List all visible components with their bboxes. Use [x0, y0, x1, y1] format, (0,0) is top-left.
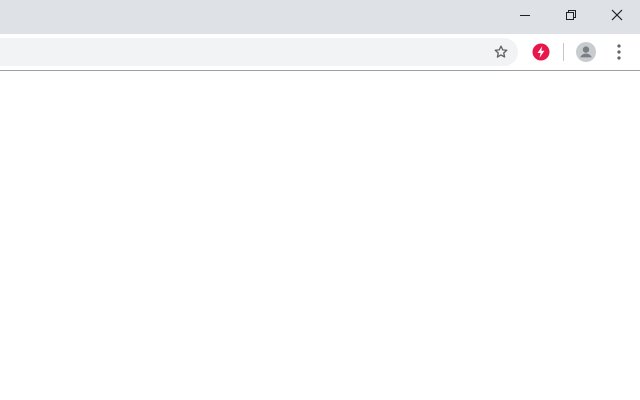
- toolbar-divider: [563, 43, 564, 61]
- browser-toolbar: [0, 34, 640, 71]
- page-content: [0, 71, 640, 400]
- bookmark-star-button[interactable]: [488, 42, 514, 62]
- minimize-icon: [520, 15, 530, 16]
- close-icon: [611, 9, 623, 21]
- lightning-bolt-icon: [532, 43, 550, 61]
- omnibox[interactable]: [0, 38, 518, 66]
- close-button[interactable]: [594, 0, 640, 30]
- title-bar: [0, 0, 640, 34]
- main-menu-button[interactable]: [608, 39, 630, 65]
- extension-button[interactable]: [528, 40, 554, 64]
- address-input[interactable]: [0, 38, 470, 66]
- restore-icon: [566, 10, 576, 20]
- minimize-button[interactable]: [502, 0, 548, 30]
- kebab-menu-icon: [617, 44, 621, 60]
- person-avatar-icon: [576, 42, 596, 62]
- restore-button[interactable]: [548, 0, 594, 30]
- star-outline-icon: [494, 45, 508, 58]
- profile-button[interactable]: [572, 39, 600, 65]
